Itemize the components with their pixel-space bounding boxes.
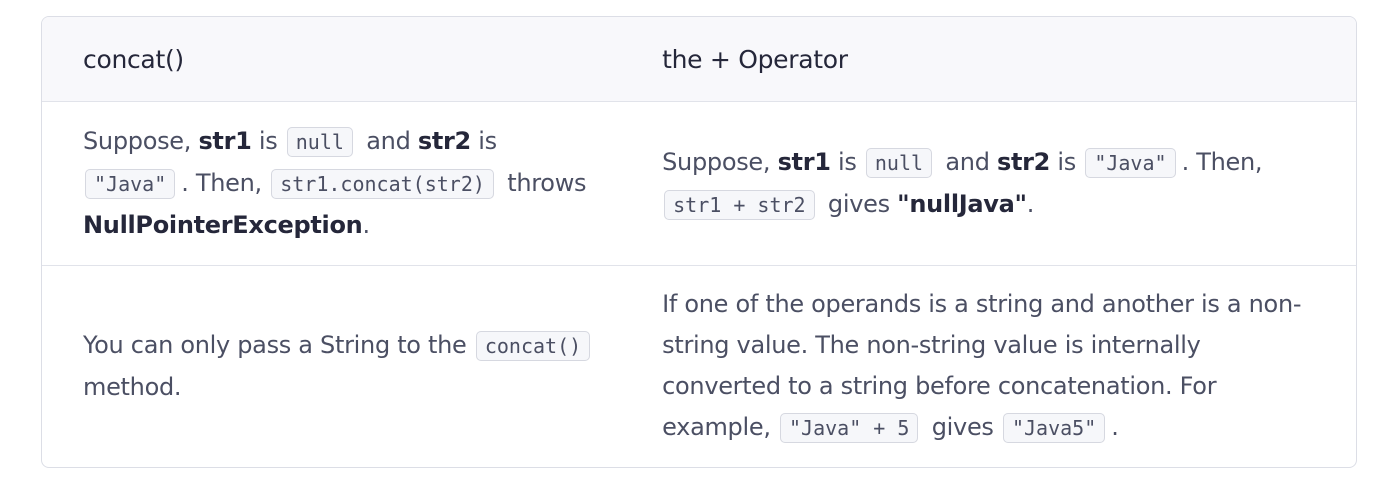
- bold-term: str1: [198, 127, 252, 155]
- text-segment: is: [830, 147, 864, 176]
- cell-text: You can only pass a String to the concat…: [83, 325, 597, 408]
- header-label-plus-operator: the + Operator: [662, 44, 848, 74]
- table-header-row: concat() the + Operator: [42, 17, 1356, 102]
- table-cell: Suppose, str1 is null and str2 is "Java"…: [42, 102, 621, 265]
- inline-code: str1.concat(str2): [271, 169, 494, 199]
- text-segment: Suppose,: [662, 147, 778, 176]
- header-cell-concat: concat(): [42, 39, 621, 80]
- inline-code: null: [865, 147, 933, 178]
- bold-term: str1: [777, 147, 831, 176]
- cell-text: If one of the operands is a string and a…: [662, 284, 1326, 449]
- text-segment: is: [1050, 147, 1084, 176]
- text-segment: throws: [499, 169, 587, 197]
- header-label-concat: concat(): [83, 44, 184, 74]
- text-segment: . Then,: [1181, 147, 1263, 176]
- bold-term: str2: [417, 127, 471, 155]
- table-cell: Suppose, str1 is null and str2 is "Java"…: [621, 102, 1356, 265]
- bold-term: "nullJava": [897, 189, 1027, 218]
- cell-text: Suppose, str1 is null and str2 is "Java"…: [83, 121, 597, 246]
- text-segment: gives: [820, 189, 898, 218]
- table-cell: You can only pass a String to the concat…: [42, 266, 621, 467]
- inline-code: "Java" + 5: [779, 413, 919, 443]
- text-segment: is: [251, 127, 285, 155]
- inline-code: "Java5": [1002, 413, 1106, 443]
- inline-code: concat(): [475, 331, 591, 361]
- header-cell-plus-operator: the + Operator: [621, 39, 1356, 80]
- text-segment: method.: [83, 373, 182, 401]
- text-segment: .: [1111, 413, 1119, 441]
- text-segment: .: [362, 211, 370, 239]
- inline-code: "Java": [85, 169, 176, 199]
- text-segment: gives: [924, 413, 1001, 441]
- bold-term: NullPointerException: [83, 211, 363, 239]
- text-segment: .: [1026, 189, 1035, 218]
- inline-code: str1 + str2: [664, 189, 815, 220]
- table-cell: If one of the operands is a string and a…: [621, 266, 1356, 467]
- text-segment: and: [358, 127, 418, 155]
- text-segment: is: [470, 127, 497, 155]
- text-segment: You can only pass a String to the: [83, 331, 474, 359]
- text-segment: and: [938, 147, 997, 176]
- inline-code: null: [286, 127, 353, 157]
- table-row: You can only pass a String to the concat…: [42, 266, 1356, 467]
- text-segment: . Then,: [181, 169, 270, 197]
- bold-term: str2: [996, 147, 1051, 176]
- text-segment: Suppose,: [83, 127, 199, 155]
- inline-code: "Java": [1085, 147, 1176, 178]
- table-row: Suppose, str1 is null and str2 is "Java"…: [42, 102, 1356, 266]
- cell-text: Suppose, str1 is null and str2 is "Java"…: [662, 142, 1326, 226]
- comparison-table: concat() the + Operator Suppose, str1 is…: [41, 16, 1357, 468]
